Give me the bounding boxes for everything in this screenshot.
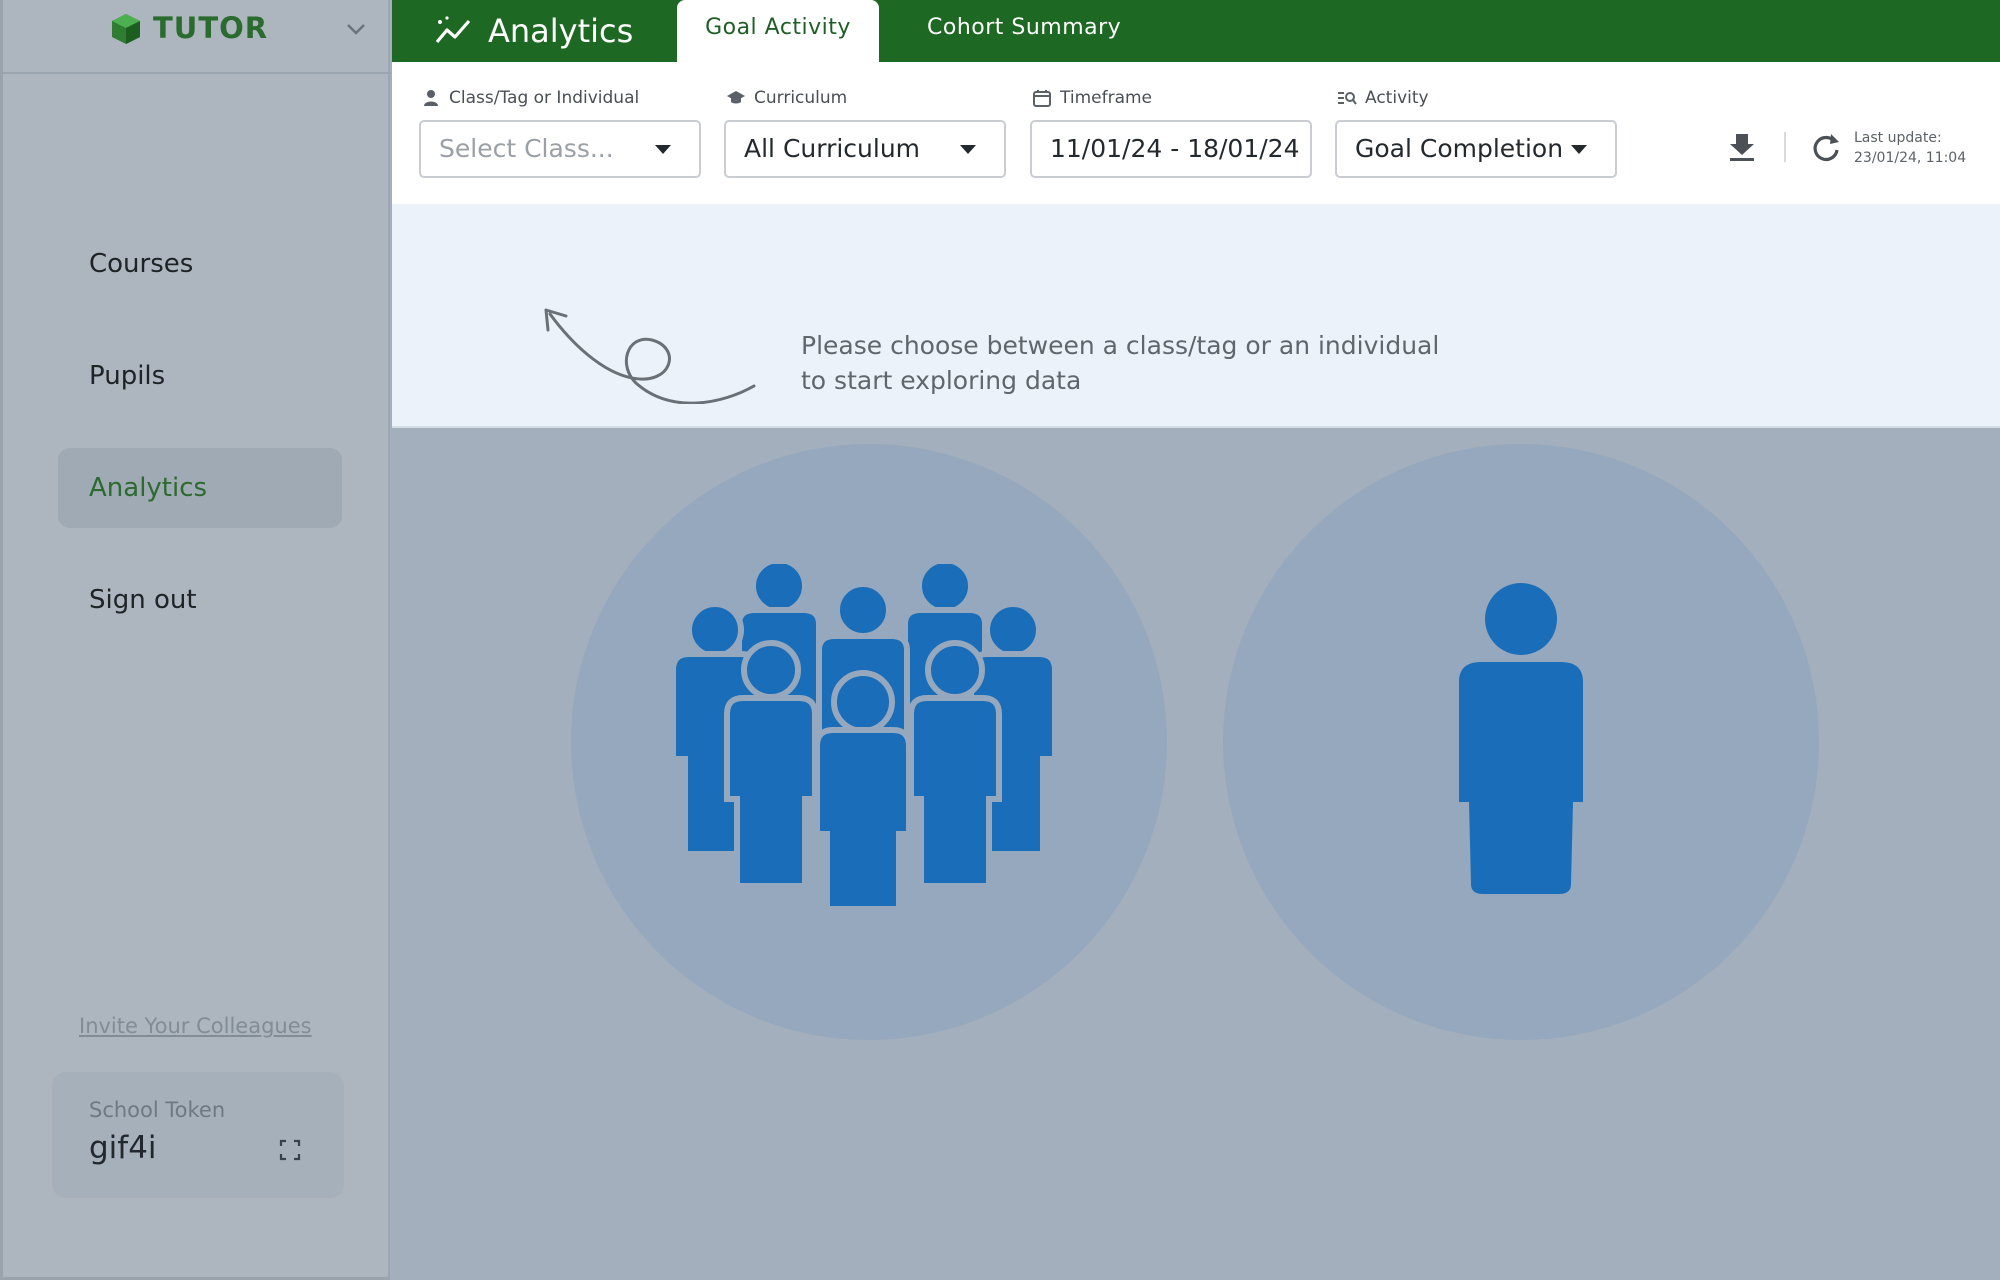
class-tag-select[interactable]: Select Class... (419, 120, 701, 178)
hint-message: Please choose between a class/tag or an … (801, 328, 1439, 398)
caret-down-icon (655, 145, 671, 154)
hint-line-1: Please choose between a class/tag or an … (801, 331, 1440, 360)
timeframe-filter: Timeframe 11/01/24 - 18/01/24 (1030, 86, 1312, 178)
chevron-down-icon[interactable] (343, 16, 369, 42)
tab-cohort-summary[interactable]: Cohort Summary (927, 0, 1121, 62)
class-tag-filter: Class/Tag or Individual Select Class... (419, 86, 701, 178)
curriculum-label: Curriculum (724, 86, 1006, 110)
top-tab-bar: Analytics Goal Activity Cohort Summary (392, 0, 2000, 62)
curly-arrow-icon (544, 308, 756, 404)
last-update-text: Last update: 23/01/24, 11:04 (1854, 128, 1966, 168)
activity-label: Activity (1335, 86, 1617, 110)
choose-individual-option[interactable] (1223, 444, 1819, 1040)
choose-class-group-option[interactable] (571, 444, 1167, 1040)
invite-colleagues-link[interactable]: Invite Your Colleagues (79, 1014, 312, 1038)
sidebar-item-sign-out[interactable]: Sign out (58, 560, 342, 640)
caret-down-icon (1571, 145, 1587, 154)
sidebar-item-analytics[interactable]: Analytics (58, 448, 342, 528)
curriculum-filter: Curriculum All Curriculum (724, 86, 1006, 178)
calendar-icon (1033, 90, 1051, 107)
group-icon (670, 564, 1058, 912)
sidebar-item-pupils[interactable]: Pupils (58, 336, 342, 416)
hint-line-2: to start exploring data (801, 366, 1082, 395)
timeframe-label: Timeframe (1030, 86, 1312, 110)
download-icon[interactable] (1726, 130, 1758, 164)
school-token-value: gif4i (89, 1130, 157, 1166)
caret-down-icon (960, 145, 976, 154)
person-icon (1459, 583, 1583, 894)
filter-bar: Class/Tag or Individual Select Class... … (392, 62, 2000, 204)
expand-icon[interactable] (278, 1138, 302, 1162)
activity-select[interactable]: Goal Completion (1335, 120, 1617, 178)
last-update-value: 23/01/24, 11:04 (1854, 150, 1967, 166)
sidebar-item-courses[interactable]: Courses (58, 224, 342, 304)
school-token-card: School Token gif4i (52, 1072, 344, 1198)
last-update-label: Last update: (1854, 130, 1942, 146)
person-small-icon (424, 90, 438, 106)
sidebar: TUTOR Courses Pupils Analytics Sign out … (0, 0, 391, 1280)
class-tag-label: Class/Tag or Individual (419, 86, 701, 110)
toolbar-divider (1784, 132, 1786, 162)
graduation-cap-icon (727, 91, 745, 104)
cube-logo-icon (112, 14, 140, 44)
page-title-text: Analytics (488, 12, 634, 50)
list-search-icon (1338, 92, 1357, 105)
hint-banner: Please choose between a class/tag or an … (392, 204, 2000, 428)
curriculum-select[interactable]: All Curriculum (724, 120, 1006, 178)
activity-filter: Activity Goal Completion (1335, 86, 1617, 178)
timeframe-input[interactable]: 11/01/24 - 18/01/24 (1030, 120, 1312, 178)
school-token-label: School Token (89, 1098, 226, 1122)
tab-goal-activity[interactable]: Goal Activity (677, 0, 879, 62)
brand-name: TUTOR (153, 11, 269, 45)
refresh-icon[interactable] (1810, 130, 1842, 164)
brand-header[interactable]: TUTOR (3, 0, 391, 74)
analytics-trend-icon (435, 16, 471, 44)
